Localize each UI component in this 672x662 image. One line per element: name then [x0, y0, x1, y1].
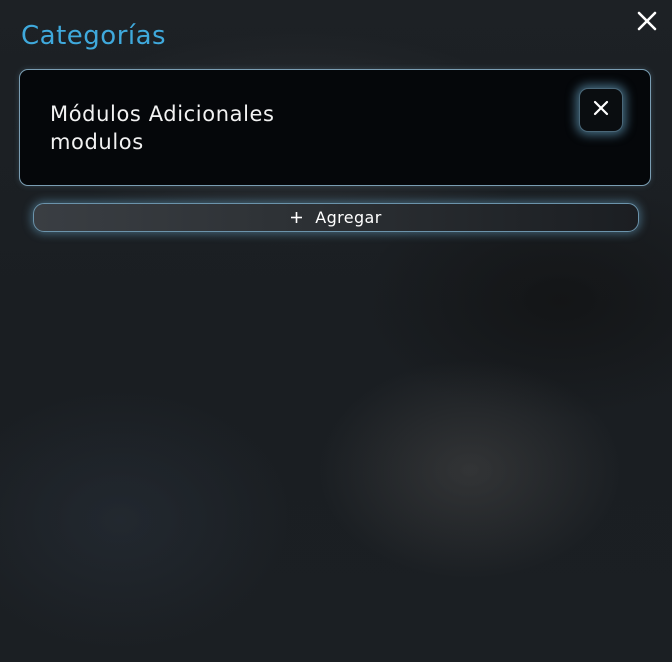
close-icon: [636, 10, 658, 36]
category-card: Módulos Adicionales modulos: [19, 69, 651, 186]
remove-category-button[interactable]: [579, 88, 623, 132]
category-info: Módulos Adicionales modulos: [50, 100, 275, 156]
panel-title: Categorías: [21, 21, 167, 51]
category-slug: modulos: [50, 130, 144, 154]
plus-icon: [290, 211, 303, 224]
add-button-label: Agregar: [315, 208, 382, 227]
close-icon: [593, 100, 609, 120]
close-dialog-button[interactable]: [632, 8, 662, 38]
add-category-button[interactable]: Agregar: [33, 203, 639, 232]
category-name: Módulos Adicionales: [50, 102, 275, 126]
